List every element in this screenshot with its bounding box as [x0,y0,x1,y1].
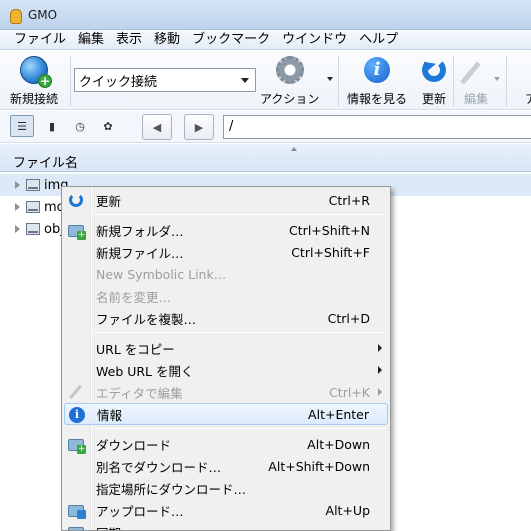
quick-connect-value: クイック接続 [79,74,158,90]
pencil-icon [69,384,82,400]
app-icon [8,7,22,24]
ctx-download-as[interactable]: 別名でダウンロード… Alt+Shift+Down [64,455,388,477]
column-filename[interactable]: ファイル名 [13,152,78,171]
path-input[interactable]: / [223,115,531,139]
expand-icon[interactable] [15,225,20,233]
refresh-icon [418,54,450,86]
ctx-open-web-url[interactable]: Web URL を開く [64,359,388,381]
submenu-arrow-icon [378,388,382,396]
bookmark-icon: ▮ [48,119,56,133]
ctx-synchronize[interactable]: 同期… [64,521,388,530]
toolbar-separator [453,56,454,106]
menu-file[interactable]: ファイル [8,30,72,50]
browser-view-tab[interactable]: ☰ [10,115,34,137]
toolbar-separator [70,56,71,106]
info-icon: i [69,407,85,423]
menu-separator [94,428,386,429]
folder-icon [26,223,40,235]
new-connection-button[interactable]: + 新規接続 [10,54,58,107]
ctx-rename[interactable]: 名前を変更… [64,285,388,307]
expand-icon[interactable] [15,181,20,189]
refresh-icon [69,193,83,207]
bonjour-tab[interactable]: ✿ [96,115,120,137]
overflow-label: ア [524,92,531,106]
upload-icon [68,505,86,519]
globe-icon: + [18,54,52,88]
gear-icon [274,54,306,86]
back-arrow-icon: ◀ [152,120,162,134]
back-button[interactable]: ◀ [142,114,172,140]
refresh-button[interactable]: 更新 [418,54,450,107]
info-button[interactable]: i 情報を見る [347,54,407,107]
info-icon: i [361,54,393,86]
menu-go[interactable]: 移動 [148,30,186,50]
menu-window[interactable]: ウインドウ [276,30,353,50]
tree-view-icon: ☰ [17,119,27,133]
ctx-new-file[interactable]: 新規ファイル… Ctrl+Shift+F [64,241,388,263]
bookmarks-tab[interactable]: ▮ [40,115,64,137]
ctx-new-symlink[interactable]: New Symbolic Link… [64,263,388,285]
window-title: GMO [28,7,58,22]
clock-icon: ◷ [75,119,85,133]
ctx-duplicate[interactable]: ファイルを複製… Ctrl+D [64,307,388,329]
ctx-info[interactable]: i 情報 Alt+Enter [64,403,388,425]
menu-separator [94,214,386,215]
menu-bookmarks[interactable]: ブックマーク [186,30,276,50]
sort-ascending-icon[interactable] [291,147,297,151]
expand-icon[interactable] [15,203,20,211]
ctx-upload[interactable]: アップロード… Alt+Up [64,499,388,521]
menu-separator [94,332,386,333]
action-button[interactable]: アクション [260,54,319,107]
toolbar-separator [338,56,339,106]
menu-help[interactable]: ヘルプ [353,30,404,50]
edit-label: 編集 [463,92,488,106]
action-label: アクション [260,92,320,106]
edit-dropdown-icon[interactable] [494,77,500,81]
download-icon [68,439,86,454]
context-menu: 更新 Ctrl+R 新規フォルダ… Ctrl+Shift+N 新規ファイル… C… [61,186,391,531]
new-connection-label: 新規接続 [10,92,59,106]
forward-arrow-icon: ▶ [194,120,204,134]
folder-icon [26,179,40,191]
menu-view[interactable]: 表示 [110,30,148,50]
ctx-refresh[interactable]: 更新 Ctrl+R [64,189,388,211]
submenu-arrow-icon [378,344,382,352]
info-label: 情報を見る [347,92,408,106]
toolbar-separator [506,56,507,106]
action-dropdown-icon[interactable] [327,77,333,81]
ctx-copy-url[interactable]: URL をコピー [64,337,388,359]
navigation-bar: ☰ ▮ ◷ ✿ ◀ ▶ / [0,111,531,143]
submenu-arrow-icon [378,366,382,374]
folder-icon [26,201,40,213]
forward-button[interactable]: ▶ [184,114,214,140]
new-folder-icon [68,225,86,240]
list-header: ファイル名 [0,144,531,172]
ctx-edit-with[interactable]: エディタで編集 Ctrl+K [64,381,388,403]
refresh-label: 更新 [421,92,446,106]
history-tab[interactable]: ◷ [68,115,92,137]
ctx-download[interactable]: ダウンロード Alt+Down [64,433,388,455]
ctx-download-to[interactable]: 指定場所にダウンロード… [64,477,388,499]
sync-icon [68,527,84,530]
menu-edit[interactable]: 編集 [72,30,110,50]
quick-connect-combo[interactable]: クイック接続 [74,68,256,92]
title-bar: GMO [0,0,531,30]
chevron-down-icon[interactable] [241,78,249,83]
overflow-button[interactable]: ア [515,54,531,107]
menu-bar: ファイル 編集 表示 移動 ブックマーク ウインドウ ヘルプ [0,30,531,50]
pencil-icon [460,54,492,86]
ctx-new-folder[interactable]: 新規フォルダ… Ctrl+Shift+N [64,219,388,241]
bonjour-icon: ✿ [103,119,113,133]
edit-button[interactable]: 編集 [460,54,492,107]
